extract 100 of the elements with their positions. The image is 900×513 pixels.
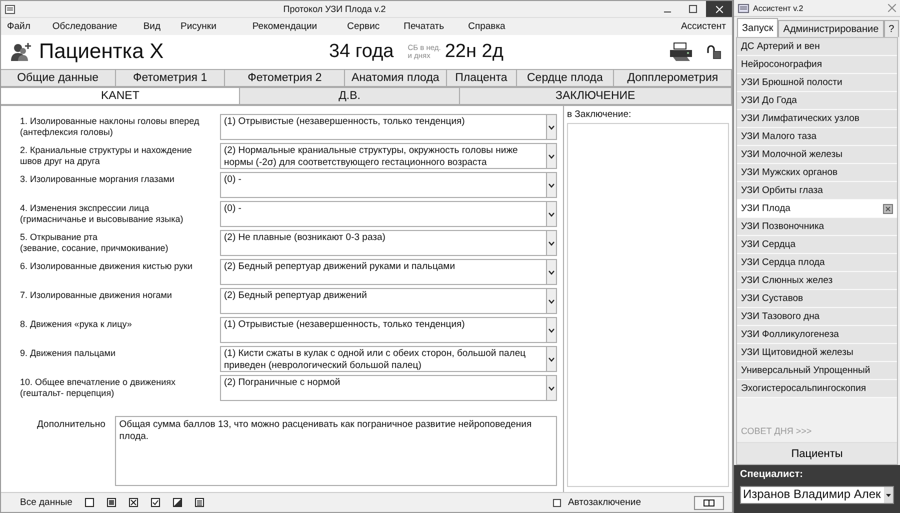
menu-item[interactable]: Справка bbox=[468, 21, 506, 32]
printer-icon[interactable] bbox=[668, 42, 694, 62]
list-item[interactable]: УЗИ Суставов bbox=[737, 290, 897, 308]
menu-item[interactable]: Файл bbox=[7, 21, 30, 32]
answer-dropdown[interactable]: (0) - bbox=[220, 172, 557, 198]
patient-name: Пациентка X bbox=[39, 40, 165, 64]
answer-dropdown[interactable]: (1) Кисти сжаты в кулак с одной или с обеих сторон, большой палец приведен (неврологический большой палец) bbox=[220, 346, 557, 372]
answer-dropdown[interactable]: (2) Бедный репертуар движений bbox=[220, 288, 557, 314]
menu-item[interactable]: Обследование bbox=[52, 21, 118, 32]
list-item[interactable]: УЗИ Молочной железы bbox=[737, 146, 897, 164]
tab[interactable]: Общие данные bbox=[1, 69, 116, 87]
menu-item[interactable]: Ассистент bbox=[680, 21, 726, 32]
lock-icon[interactable] bbox=[706, 44, 722, 60]
question-label: 1. Изолированные наклоны головы вперед (антефлексия головы) bbox=[20, 115, 200, 139]
caret-icon bbox=[548, 240, 555, 246]
list-item[interactable]: Эхогистеросальпингоскопия bbox=[737, 380, 897, 398]
list-item[interactable]: УЗИ Щитовидной железы bbox=[737, 344, 897, 362]
list-item[interactable]: УЗИ Плода bbox=[737, 200, 897, 218]
half-filled-box-icon[interactable] bbox=[173, 498, 182, 507]
caret-icon bbox=[548, 328, 555, 332]
list-item[interactable]: УЗИ Малого таза bbox=[737, 128, 897, 146]
list-item[interactable]: Универсальный Упрощенный bbox=[737, 362, 897, 380]
caret-icon bbox=[886, 494, 891, 496]
check-box-icon[interactable] bbox=[151, 498, 160, 507]
menu-item[interactable]: Рекомендации bbox=[252, 21, 318, 32]
close-button[interactable] bbox=[706, 1, 732, 17]
question-label: 9. Движения пальцами bbox=[20, 347, 117, 360]
answer-dropdown[interactable]: (0) - bbox=[220, 201, 557, 227]
tab[interactable]: ЗАКЛЮЧЕНИЕ bbox=[460, 87, 732, 105]
list-item[interactable]: ДС Артерий и вен bbox=[737, 38, 897, 56]
all-data-label: Все данные bbox=[20, 497, 72, 508]
close-icon[interactable] bbox=[888, 4, 896, 12]
question-label: 6. Изолированные движения кистью руки bbox=[20, 260, 194, 273]
empty-box-icon[interactable] bbox=[85, 498, 94, 507]
book-button[interactable] bbox=[694, 496, 724, 510]
expand-icon[interactable] bbox=[883, 204, 893, 214]
patients-button[interactable]: Пациенты bbox=[737, 442, 897, 464]
tab[interactable]: Плацента bbox=[446, 69, 517, 87]
patient-age: 34 года bbox=[329, 41, 394, 63]
tab[interactable]: ? bbox=[884, 20, 900, 37]
tab[interactable]: Запуск bbox=[737, 18, 778, 37]
caret-icon bbox=[548, 298, 555, 304]
tab[interactable]: Анатомия плода bbox=[345, 69, 447, 87]
menu-item[interactable]: Печатать bbox=[404, 21, 444, 32]
list-item[interactable]: УЗИ Брюшной полости bbox=[737, 74, 897, 92]
filled-box-icon[interactable] bbox=[107, 498, 116, 507]
conclusion-text-field[interactable] bbox=[567, 123, 729, 487]
list-item[interactable]: Нейросонография bbox=[737, 56, 897, 74]
additional-label: Дополнительно bbox=[36, 418, 106, 432]
list-item[interactable]: УЗИ Слюнных желез bbox=[737, 272, 897, 290]
list-item[interactable]: УЗИ Орбиты глаза bbox=[737, 182, 897, 200]
tab[interactable]: Допплерометрия bbox=[614, 69, 732, 87]
question-label: 4. Изменения экспрессии лица (гримасничанье и высовывание языка) bbox=[20, 202, 184, 226]
tab[interactable]: KANET bbox=[1, 87, 240, 105]
menu-item[interactable]: Вид bbox=[143, 21, 161, 32]
menu-item[interactable]: Сервис bbox=[347, 21, 380, 32]
gestational-term: 22н 2д bbox=[444, 41, 504, 63]
list-item[interactable]: УЗИ Мужских органов bbox=[737, 164, 897, 182]
tab[interactable]: Д.В. bbox=[240, 87, 460, 105]
answer-dropdown[interactable]: (2) Не плавные (возникают 0-3 раза) bbox=[220, 230, 557, 256]
question-label: 3. Изолированные моргания глазами bbox=[20, 173, 176, 186]
caret-icon bbox=[548, 212, 555, 216]
tab[interactable]: Фетометрия 2 bbox=[225, 69, 346, 87]
specialist-dropdown[interactable]: Изранов Владимир Алек bbox=[740, 486, 894, 504]
maximize-icon bbox=[689, 5, 697, 13]
list-item[interactable]: УЗИ Сердца плода bbox=[737, 254, 897, 272]
question-label: 7. Изолированные движения ногами bbox=[20, 289, 173, 302]
list-item[interactable]: УЗИ Сердца bbox=[737, 236, 897, 254]
question-label: 5. Открывание рта (зевание, сосание, причмокивание) bbox=[20, 231, 170, 255]
question-label: 8. Движения «рука к лицу» bbox=[20, 318, 133, 331]
tab[interactable]: Администрирование bbox=[778, 20, 884, 37]
app-icon bbox=[738, 4, 749, 12]
cross-box-icon[interactable] bbox=[129, 498, 138, 507]
answer-dropdown[interactable]: (1) Отрывистые (незавершенность, только тенденция) bbox=[220, 114, 557, 140]
add-user-icon[interactable] bbox=[11, 42, 33, 62]
auto-conclusion-checkbox[interactable] bbox=[552, 498, 561, 506]
close-icon bbox=[716, 6, 722, 12]
answer-dropdown[interactable]: (1) Отрывистые (незавершенность, только тенденция) bbox=[220, 317, 557, 343]
answer-dropdown[interactable]: (2) Пограничные с нормой bbox=[220, 375, 557, 401]
tab[interactable]: Фетометрия 1 bbox=[116, 69, 226, 87]
answer-dropdown[interactable]: (2) Бедный репертуар движений руками и пальцами bbox=[220, 259, 557, 285]
list-item[interactable]: УЗИ Позвоночника bbox=[737, 218, 897, 236]
list-item[interactable]: УЗИ Лимфатических узлов bbox=[737, 110, 897, 128]
list-item[interactable]: УЗИ До Года bbox=[737, 92, 897, 110]
window-title: Ассистент v.2 bbox=[753, 4, 804, 12]
list-item[interactable]: УЗИ Тазового дна bbox=[737, 308, 897, 326]
lines-box-icon[interactable] bbox=[195, 498, 204, 507]
list-item[interactable]: УЗИ Фолликулогенеза bbox=[737, 326, 897, 344]
answer-dropdown[interactable]: (2) Нормальные краниальные структуры, окружность головы ниже нормы (-2σ) для соответствующего гестационного возраста bbox=[220, 143, 557, 169]
caret-icon bbox=[548, 270, 555, 274]
question-label: 2. Краниальные структуры и нахождение швов друг на друга bbox=[20, 144, 193, 168]
tab[interactable]: Сердце плода bbox=[516, 69, 614, 87]
conclusion-label: в Заключение: bbox=[567, 109, 632, 120]
menu-item[interactable]: Рисунки bbox=[180, 21, 216, 32]
caret-icon bbox=[548, 356, 555, 362]
caret-icon bbox=[548, 182, 555, 188]
specialist-label: Специалист: bbox=[740, 469, 804, 480]
additional-text-field[interactable]: Общая сумма баллов 13, что можно расценивать как пограничное развитие нейроповедения плода. bbox=[115, 416, 557, 486]
app-icon bbox=[5, 4, 15, 14]
auto-conclusion-label: Автозаключение bbox=[568, 497, 641, 508]
